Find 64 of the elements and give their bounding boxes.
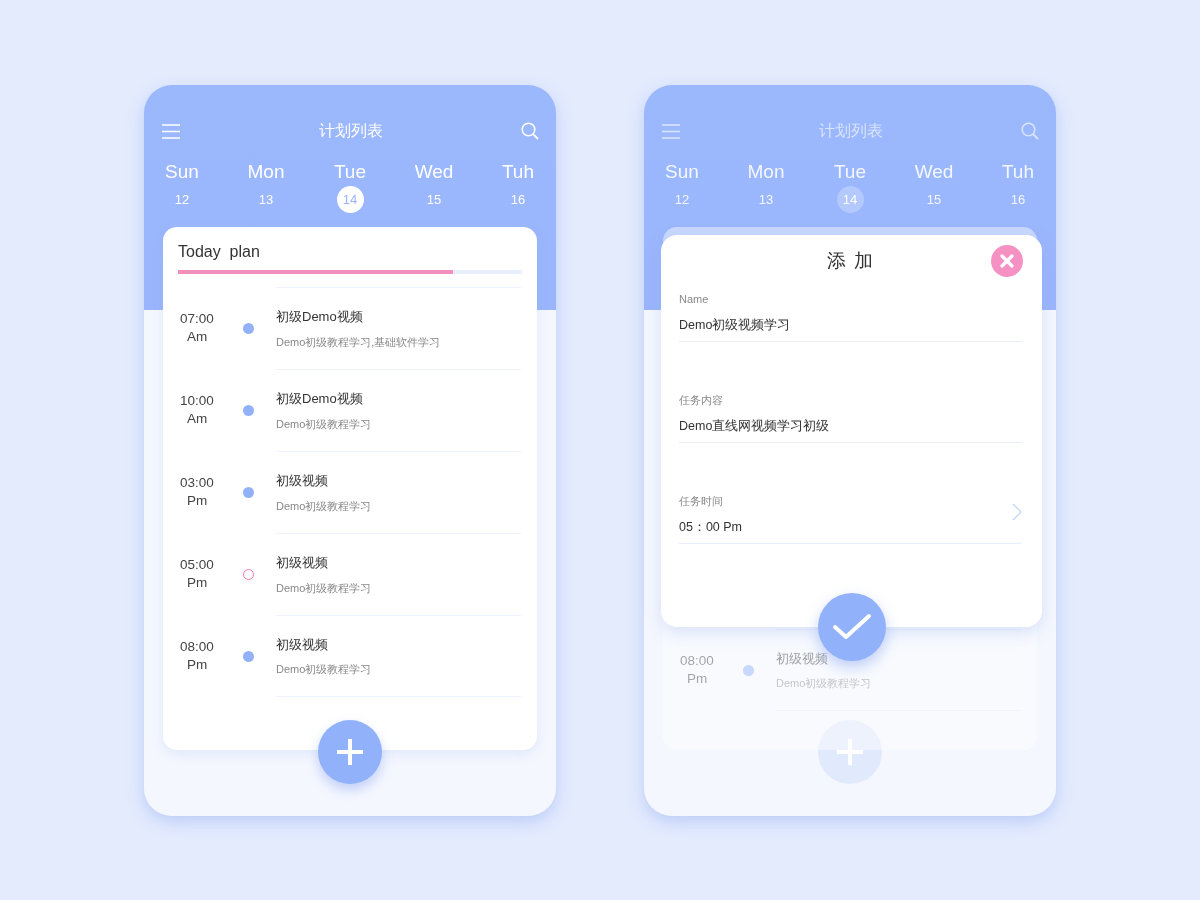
date-tab[interactable]: 14: [336, 186, 364, 213]
field-label: 任务时间: [679, 494, 724, 509]
plus-icon: [837, 739, 863, 765]
task-period: Am: [185, 328, 209, 346]
weekday-label: Wed: [914, 160, 954, 184]
weekday-label: Mon: [246, 160, 286, 184]
screen-title: 计划列表: [318, 121, 383, 141]
input-field[interactable]: Demo初级视频学习: [679, 311, 1022, 341]
task-title: 初级视频: [276, 472, 329, 490]
input-field[interactable]: Demo直线网视频学习初级: [679, 412, 1022, 442]
weekday-label: Sun: [164, 160, 200, 184]
check-icon: [831, 613, 872, 641]
task-time: 03:00: [179, 474, 215, 492]
date-tab[interactable]: 15: [420, 186, 448, 213]
task-time: 07:00: [179, 310, 215, 328]
task-period: Pm: [185, 656, 209, 674]
task-title: 初级Demo视频: [276, 390, 364, 408]
chevron-right-icon: [1012, 503, 1022, 521]
weekday-label: Mon: [746, 160, 786, 184]
task-period: Pm: [185, 574, 209, 592]
plus-icon: [337, 739, 363, 765]
dialog-title: 添 加: [826, 249, 875, 273]
task-description: Demo初级教程学习: [276, 416, 373, 432]
task-period: Pm: [685, 670, 709, 688]
task-description: Demo初级教程学习: [276, 580, 373, 596]
weekday-label: Tuh: [1000, 160, 1035, 184]
task-period: Am: [185, 410, 209, 428]
date-tab[interactable]: 13: [252, 186, 280, 213]
search-icon[interactable]: [521, 122, 539, 140]
menu-icon[interactable]: [662, 123, 680, 139]
date-tab[interactable]: 16: [504, 186, 532, 213]
task-time: 08:00: [179, 638, 215, 656]
close-button[interactable]: [991, 245, 1023, 277]
date-tab[interactable]: 12: [168, 186, 196, 213]
task-period: Pm: [185, 492, 209, 510]
date-tab[interactable]: 16: [1004, 186, 1032, 213]
task-time: 05:00: [179, 556, 215, 574]
add-button[interactable]: [318, 720, 382, 784]
task-title: 初级视频: [276, 554, 329, 572]
weekday-label: Sun: [664, 160, 700, 184]
close-icon: [1000, 254, 1014, 268]
weekday-label: Wed: [414, 160, 454, 184]
task-title: 初级视频: [776, 649, 829, 668]
weekday-label: Tuh: [500, 160, 535, 184]
field-label: Name: [679, 292, 710, 307]
task-description: Demo初级教程学习,基础软件学习: [276, 334, 442, 350]
weekday-label: Tue: [332, 160, 367, 184]
menu-icon[interactable]: [162, 123, 180, 139]
task-description: Demo初级教程学习: [276, 662, 373, 677]
date-tab[interactable]: 15: [920, 186, 948, 213]
weekday-label: Tue: [832, 160, 867, 184]
plan-title: Today plan: [178, 242, 261, 262]
task-description: Demo初级教程学习: [276, 498, 373, 514]
date-tab[interactable]: 14: [836, 186, 864, 213]
task-time: 10:00: [179, 392, 215, 410]
search-icon[interactable]: [1021, 122, 1039, 140]
field-label: 任务内容: [679, 393, 724, 408]
date-tab[interactable]: 13: [752, 186, 780, 213]
task-time: 08:00: [679, 652, 715, 670]
task-title: 初级视频: [276, 635, 329, 654]
input-field[interactable]: 05：00 Pm: [679, 513, 1004, 543]
task-title: 初级Demo视频: [276, 308, 364, 326]
date-tab[interactable]: 12: [668, 186, 696, 213]
screen-title: 计划列表: [818, 121, 883, 141]
